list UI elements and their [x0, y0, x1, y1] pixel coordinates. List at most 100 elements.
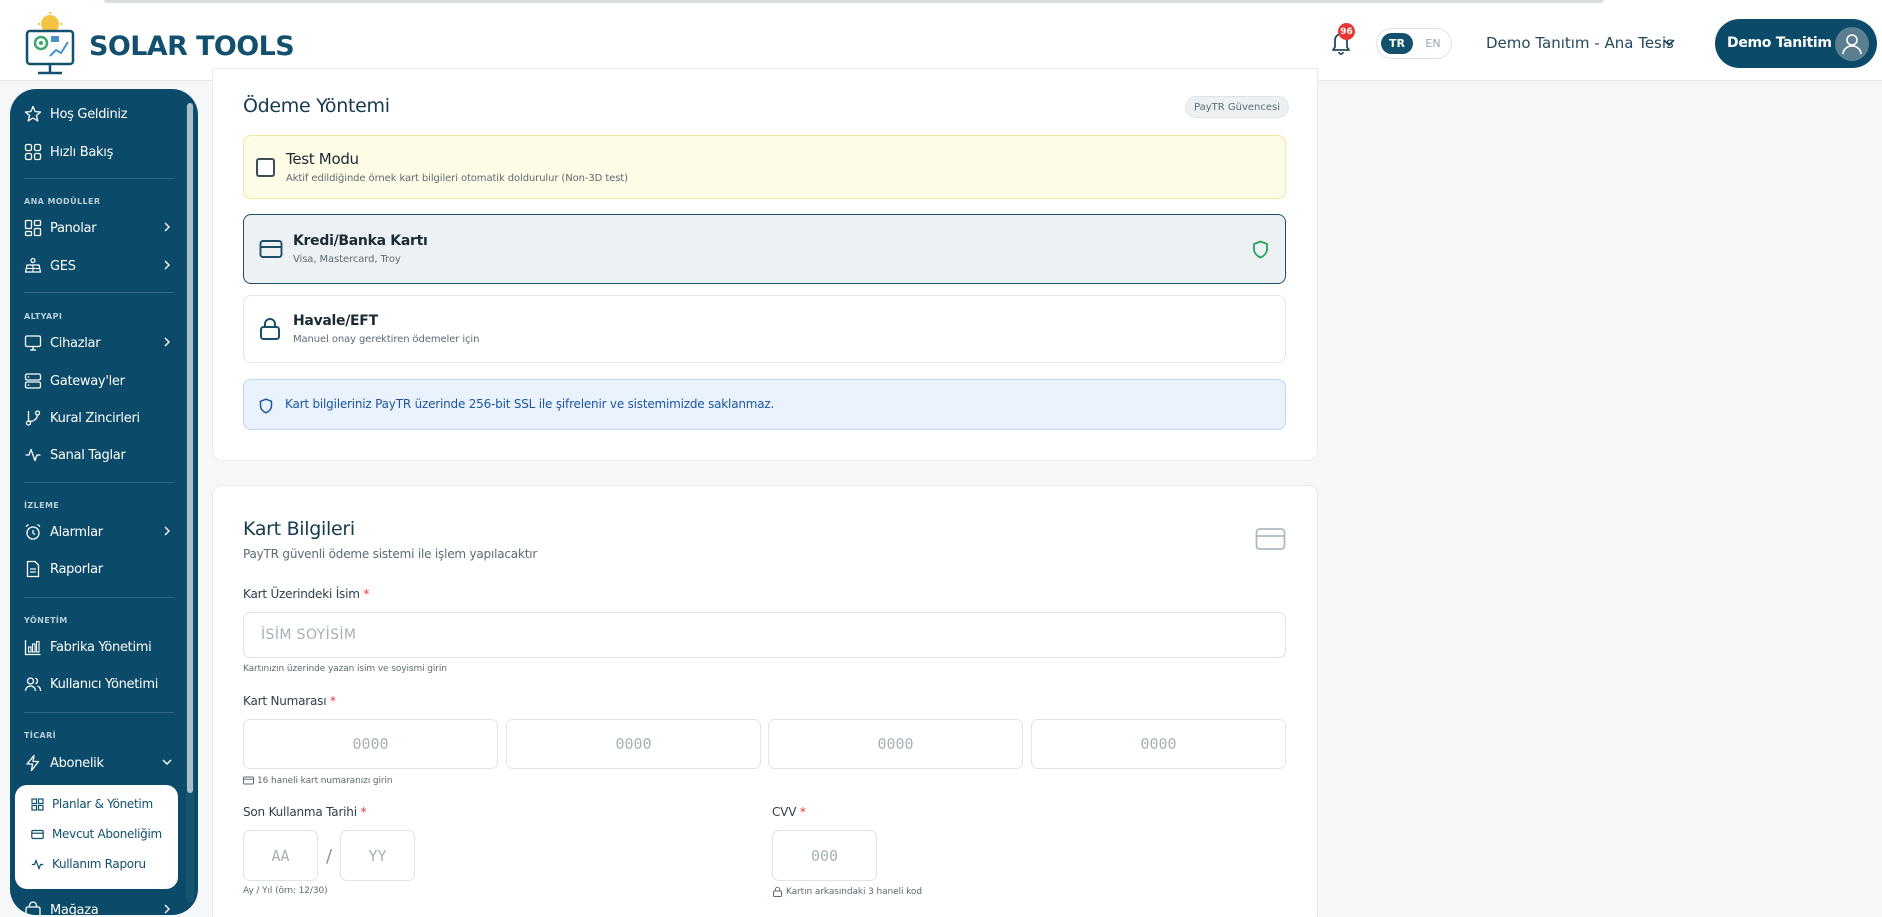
grid-icon — [31, 797, 44, 811]
store-icon — [25, 901, 41, 915]
sidebar-item-label: Hoş Geldiniz — [50, 106, 128, 122]
expiry-separator: / — [326, 846, 333, 867]
user-name: Demo Tanitim — [1727, 35, 1832, 51]
submenu-item-plans[interactable]: Planlar & Yönetim — [31, 793, 153, 815]
cardholder-name-input[interactable]: İSİM SOYİSİM — [243, 612, 1286, 658]
sidebar-divider — [24, 482, 174, 483]
grid-icon — [24, 143, 42, 161]
lock-icon — [773, 886, 782, 897]
card-payment-option[interactable]: Kredi/Banka Kartı Visa, Mastercard, Troy — [243, 214, 1286, 284]
monitor-icon — [24, 335, 42, 351]
sidebar-divider — [24, 597, 174, 598]
brand-name: SOLAR TOOLS — [89, 31, 295, 62]
card-number-input-3[interactable]: 0000 — [768, 719, 1023, 769]
expiry-hint: Ay / Yıl (örn: 12/30) — [243, 886, 328, 896]
submenu-item-label: Mevcut Aboneliğim — [52, 827, 162, 841]
sidebar-item-store[interactable]: Mağaza — [24, 895, 174, 915]
user-menu-button[interactable]: Demo Tanitim — [1715, 19, 1877, 68]
expiry-month-input[interactable]: AA — [243, 830, 318, 881]
expiry-label: Son Kullanma Tarihi * — [243, 805, 367, 819]
sidebar-item-users[interactable]: Kullanıcı Yönetimi — [24, 669, 174, 699]
sidebar-item-label: Abonelik — [50, 755, 104, 771]
card-number-hint: 16 haneli kart numaranızı girin — [243, 775, 393, 786]
sidebar-item-ges[interactable]: GES — [24, 251, 174, 281]
file-text-icon — [26, 560, 40, 578]
sidebar-item-alarms[interactable]: Alarmlar — [24, 517, 174, 547]
test-mode-option[interactable]: Test Modu Aktif edildiğinde örnek kart b… — [243, 135, 1286, 199]
sidebar-item-welcome[interactable]: Hoş Geldiniz — [24, 99, 174, 129]
chevron-right-icon — [164, 526, 170, 536]
sidebar-item-quick-view[interactable]: Hızlı Bakış — [24, 137, 174, 167]
sidebar-item-virtual-tags[interactable]: Sanal Taglar — [24, 440, 174, 470]
card-number-input-4[interactable]: 0000 — [1031, 719, 1286, 769]
payment-method-title: Ödeme Yöntemi — [243, 95, 390, 117]
star-icon — [24, 105, 42, 122]
expiry-year-input[interactable]: YY — [340, 830, 415, 881]
lang-tr-button[interactable]: TR — [1381, 33, 1413, 54]
submenu-item-current-subscription[interactable]: Mevcut Aboneliğim — [31, 823, 162, 845]
test-mode-checkbox[interactable] — [256, 158, 275, 177]
activity-icon — [25, 448, 41, 462]
factory-chart-icon — [24, 640, 41, 656]
cvv-label: CVV * — [772, 805, 806, 819]
sidebar-divider — [24, 292, 174, 293]
shield-icon — [259, 398, 273, 414]
credit-card-icon — [31, 829, 44, 839]
lang-en-button[interactable]: EN — [1421, 33, 1445, 54]
eft-payment-option[interactable]: Havale/EFT Manuel onay gerektiren ödemel… — [243, 295, 1286, 363]
card-number-input-2[interactable]: 0000 — [506, 719, 761, 769]
facility-selector[interactable]: Demo Tanıtım - Ana Tesis — [1486, 34, 1674, 52]
sidebar-divider — [24, 712, 174, 713]
test-mode-desc: Aktif edildiğinde örnek kart bilgileri o… — [286, 173, 628, 184]
sidebar-item-label: Sanal Taglar — [50, 447, 126, 463]
cvv-hint: Kartın arkasındaki 3 haneli kod — [772, 886, 922, 897]
sidebar-item-subscription[interactable]: Abonelik — [24, 748, 174, 778]
sidebar-scrollbar[interactable] — [187, 103, 193, 793]
sidebar-item-label: Kural Zincirleri — [50, 410, 140, 426]
sidebar-item-label: Panolar — [50, 220, 97, 236]
section-label-infrastructure: ALTYAPI — [24, 312, 63, 321]
section-label-commercial: TİCARİ — [24, 731, 57, 740]
dashboard-icon — [24, 219, 42, 237]
sidebar-item-dashboards[interactable]: Panolar — [24, 213, 174, 243]
solar-panel-icon — [24, 257, 42, 273]
section-label-modules: ANA MODÜLLER — [24, 197, 101, 206]
name-field-label: Kart Üzerindeki İsim * — [243, 587, 370, 601]
chevron-right-icon — [164, 337, 170, 347]
sidebar-item-rule-chains[interactable]: Kural Zincirleri — [24, 403, 174, 433]
git-branch-icon — [25, 410, 41, 426]
chevron-down-icon[interactable] — [1662, 38, 1676, 48]
card-option-desc: Visa, Mastercard, Troy — [293, 254, 401, 265]
eft-option-desc: Manuel onay gerektiren ödemeler için — [293, 334, 480, 345]
sidebar-item-label: Kullanıcı Yönetimi — [50, 676, 159, 692]
card-number-label: Kart Numarası * — [243, 694, 336, 708]
sidebar-divider — [24, 178, 174, 179]
sidebar-item-label: Raporlar — [50, 561, 103, 577]
server-icon — [24, 373, 42, 389]
activity-icon — [31, 858, 44, 870]
avatar — [1835, 27, 1869, 61]
sidebar-item-label: Cihazlar — [50, 335, 101, 351]
sidebar-item-devices[interactable]: Cihazlar — [24, 328, 174, 358]
sidebar-item-label: GES — [50, 258, 76, 274]
card-number-input-1[interactable]: 0000 — [243, 719, 498, 769]
card-option-title: Kredi/Banka Kartı — [293, 233, 428, 249]
sidebar-item-gateways[interactable]: Gateway'ler — [24, 366, 174, 396]
security-info-text: Kart bilgileriniz PayTR üzerinde 256-bit… — [285, 397, 775, 411]
cvv-input[interactable]: 000 — [772, 830, 877, 881]
lock-icon — [260, 318, 280, 340]
subscription-submenu: Planlar & Yönetim Mevcut Aboneliğim Kull… — [15, 785, 178, 889]
language-toggle: TR EN — [1376, 28, 1452, 59]
shield-check-icon — [1253, 240, 1268, 259]
sidebar-item-reports[interactable]: Raporlar — [24, 554, 174, 584]
name-field-hint: Kartınızın üzerinde yazan isim ve soyism… — [243, 664, 447, 674]
user-icon — [1842, 34, 1862, 55]
test-mode-title: Test Modu — [286, 150, 359, 168]
submenu-item-usage-report[interactable]: Kullanım Raporu — [31, 853, 146, 875]
lightning-icon — [26, 754, 40, 772]
sidebar-item-factory[interactable]: Fabrika Yönetimi — [24, 632, 174, 662]
card-info-subtitle: PayTR güvenli ödeme sistemi ile işlem ya… — [243, 547, 538, 561]
browser-scrollbar — [104, 0, 1604, 3]
credit-card-icon — [259, 240, 283, 258]
submenu-item-label: Planlar & Yönetim — [52, 797, 153, 811]
